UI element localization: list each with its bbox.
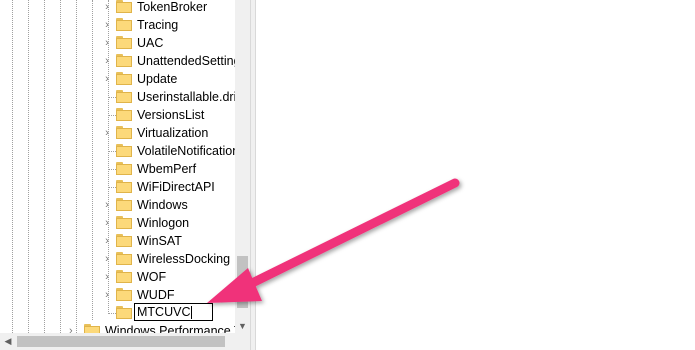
tree-item-label: VersionsList [137,108,205,122]
chevron-right-icon[interactable]: › [101,53,113,69]
tree-connector [108,115,116,116]
tree-item-label: WOF [137,270,167,284]
folder-icon [116,198,132,211]
tree-item-wbemperf[interactable]: WbemPerf [0,160,235,178]
tree-item-wifidirectapi[interactable]: WiFiDirectAPI [0,178,235,196]
folder-icon [116,162,132,175]
tree-item-windows[interactable]: › Windows [0,196,235,214]
folder-icon [84,324,100,333]
chevron-right-icon[interactable]: › [101,71,113,87]
tree-item-virtualization[interactable]: › Virtualization [0,124,235,142]
folder-icon [116,36,132,49]
folder-icon [116,108,132,121]
tree-item-uac[interactable]: › UAC [0,34,235,52]
vertical-scrollbar-thumb[interactable] [237,256,248,308]
folder-icon [116,0,132,13]
tree-item-label: Virtualization [137,126,209,140]
folder-icon [116,18,132,31]
scroll-left-icon[interactable]: ◀ [0,333,16,350]
folder-icon [116,252,132,265]
tree-item-label: Update [137,72,178,86]
chevron-right-icon[interactable]: › [101,17,113,33]
chevron-right-icon[interactable]: › [101,233,113,249]
chevron-right-icon[interactable]: › [69,323,73,333]
tree-item-userinstallable-drivers[interactable]: Userinstallable.drivers [0,88,235,106]
tree-item-label: UnattendedSettings [137,54,235,68]
tree-item-versionslist[interactable]: VersionsList [0,106,235,124]
tree-item-label: WiFiDirectAPI [137,180,215,194]
tree-item-label: WinSAT [137,234,182,248]
horizontal-scrollbar[interactable]: ◀ [0,333,250,350]
chevron-right-icon[interactable]: › [101,197,113,213]
tree-item-winlogon[interactable]: › Winlogon [0,214,235,232]
chevron-right-icon[interactable]: › [101,125,113,141]
chevron-right-icon[interactable]: › [101,269,113,285]
tree-connector [108,169,116,170]
tree-item-wirelessdocking[interactable]: › WirelessDocking [0,250,235,268]
folder-icon [116,144,132,157]
tree-item-label: TokenBroker [137,0,208,14]
chevron-right-icon[interactable]: › [101,215,113,231]
folder-icon [116,216,132,229]
folder-icon [116,72,132,85]
tree-item-tracing[interactable]: › Tracing [0,16,235,34]
chevron-right-icon[interactable]: › [101,35,113,51]
tree-connector [108,151,116,152]
tree-item-wof[interactable]: › WOF [0,268,235,286]
scroll-down-icon[interactable]: ▼ [235,319,250,333]
vertical-scrollbar[interactable]: ▼ [235,0,250,333]
tree-item-label: Winlogon [137,216,190,230]
folder-icon [116,288,132,301]
tree-item-volatilenotifications[interactable]: VolatileNotifications [0,142,235,160]
registry-tree-pane[interactable]: › TokenBroker › Tracing › UAC › Unattend… [0,0,235,333]
tree-item-label: Userinstallable.drivers [137,90,235,104]
folder-icon [116,234,132,247]
tree-item-label: Windows Performance Toolkit [105,324,235,333]
tree-connector [108,187,116,188]
tree-connector [108,97,116,98]
registry-values-pane[interactable] [256,0,695,350]
tree-item-label: Tracing [137,18,179,32]
tree-item-label: UAC [137,36,164,50]
tree-item-label: VolatileNotifications [137,144,235,158]
tree-item-tokenbroker[interactable]: › TokenBroker [0,0,235,16]
tree-item-label: Windows [137,198,188,212]
folder-icon [116,126,132,139]
tree-connector [108,313,116,314]
rename-key-value: MTCUVC [137,305,191,319]
tree-item-winsat[interactable]: › WinSAT [0,232,235,250]
text-caret [191,306,193,320]
tree-item-wudf[interactable]: › WUDF [0,286,235,304]
folder-icon [116,90,132,103]
folder-icon [116,270,132,283]
tree-item-unattendedsettings[interactable]: › UnattendedSettings [0,52,235,70]
tree-item-windows-performance-toolkit[interactable]: › Windows Performance Toolkit [0,322,235,333]
horizontal-scrollbar-thumb[interactable] [17,336,225,347]
folder-icon [116,180,132,193]
folder-icon [116,306,132,319]
tree-item-label: WUDF [137,288,175,302]
chevron-right-icon[interactable]: › [101,251,113,267]
tree-item-update[interactable]: › Update [0,70,235,88]
folder-icon [116,54,132,67]
chevron-right-icon[interactable]: › [101,0,113,15]
tree-item-label: WirelessDocking [137,252,231,266]
rename-key-input[interactable]: MTCUVC [134,303,213,321]
chevron-right-icon[interactable]: › [101,287,113,303]
tree-item-label: WbemPerf [137,162,197,176]
